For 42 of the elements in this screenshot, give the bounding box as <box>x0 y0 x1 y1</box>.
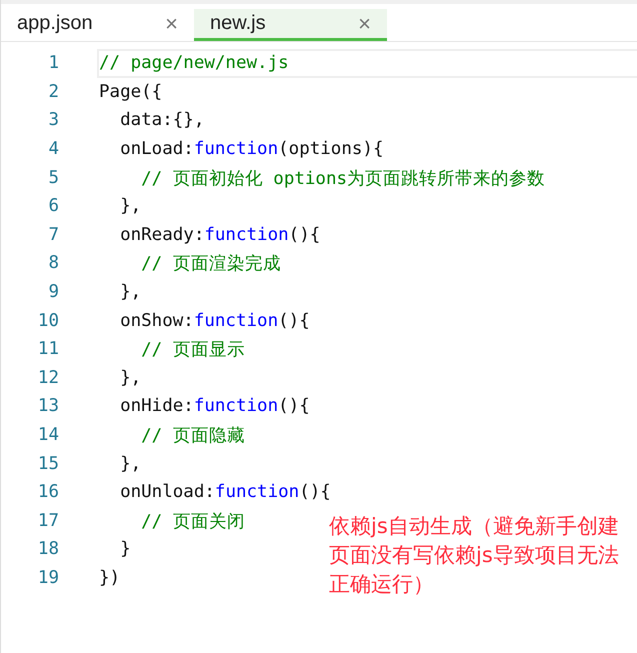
code-line: Page({ <box>98 80 162 104</box>
code-line: onHide:function(){ <box>119 395 310 418</box>
close-icon[interactable]: × <box>352 10 377 36</box>
code-line: }, <box>119 195 142 218</box>
line-number: 17 <box>36 510 60 531</box>
code-line: onLoad:function(options){ <box>119 138 384 162</box>
line-number: 14 <box>36 425 60 446</box>
line-number: 18 <box>36 539 60 560</box>
code-line: data:{}, <box>119 109 204 132</box>
code-line: }, <box>119 366 142 390</box>
code-line: } <box>119 538 131 562</box>
code-line: onReady:function(){ <box>119 224 320 247</box>
line-number: 13 <box>36 396 60 416</box>
annotation-text: 依赖js自动生成（避免新手创建页面没有写依赖js导致项目无法正确运行） <box>329 513 620 598</box>
line-number: 6 <box>47 196 60 216</box>
line-number: 10 <box>36 310 60 331</box>
line-number: 11 <box>36 339 60 360</box>
code-line: // 页面渲染完成 <box>140 253 281 276</box>
line-number: 16 <box>36 482 60 502</box>
line-number: 3 <box>47 110 60 130</box>
code-line: }, <box>119 281 142 304</box>
code-line: }, <box>119 452 142 476</box>
editor-tab[interactable]: new.js × <box>194 9 387 41</box>
code-line: // 页面关闭 <box>140 510 245 534</box>
line-number: 12 <box>36 368 60 388</box>
line-number: 4 <box>47 139 60 160</box>
line-number: 7 <box>47 224 60 245</box>
code-line: // 页面隐藏 <box>140 425 245 448</box>
line-number: 1 <box>47 53 60 74</box>
line-number: 2 <box>47 82 60 102</box>
code-line: onUnload:function(){ <box>119 481 331 504</box>
line-number: 9 <box>47 282 60 302</box>
code-line: // 页面显示 <box>140 339 245 362</box>
code-line: // 页面初始化 options为页面跳转所带来的参数 <box>140 168 546 191</box>
code-line: }) <box>98 566 120 590</box>
line-number: 19 <box>36 568 60 588</box>
line-number: 8 <box>47 253 60 274</box>
close-icon[interactable]: × <box>159 10 184 36</box>
line-number: 5 <box>47 168 60 188</box>
line-number: 15 <box>36 454 60 474</box>
code-line: onShow:function(){ <box>119 310 310 333</box>
code-line: // page/new/new.js <box>97 49 637 78</box>
